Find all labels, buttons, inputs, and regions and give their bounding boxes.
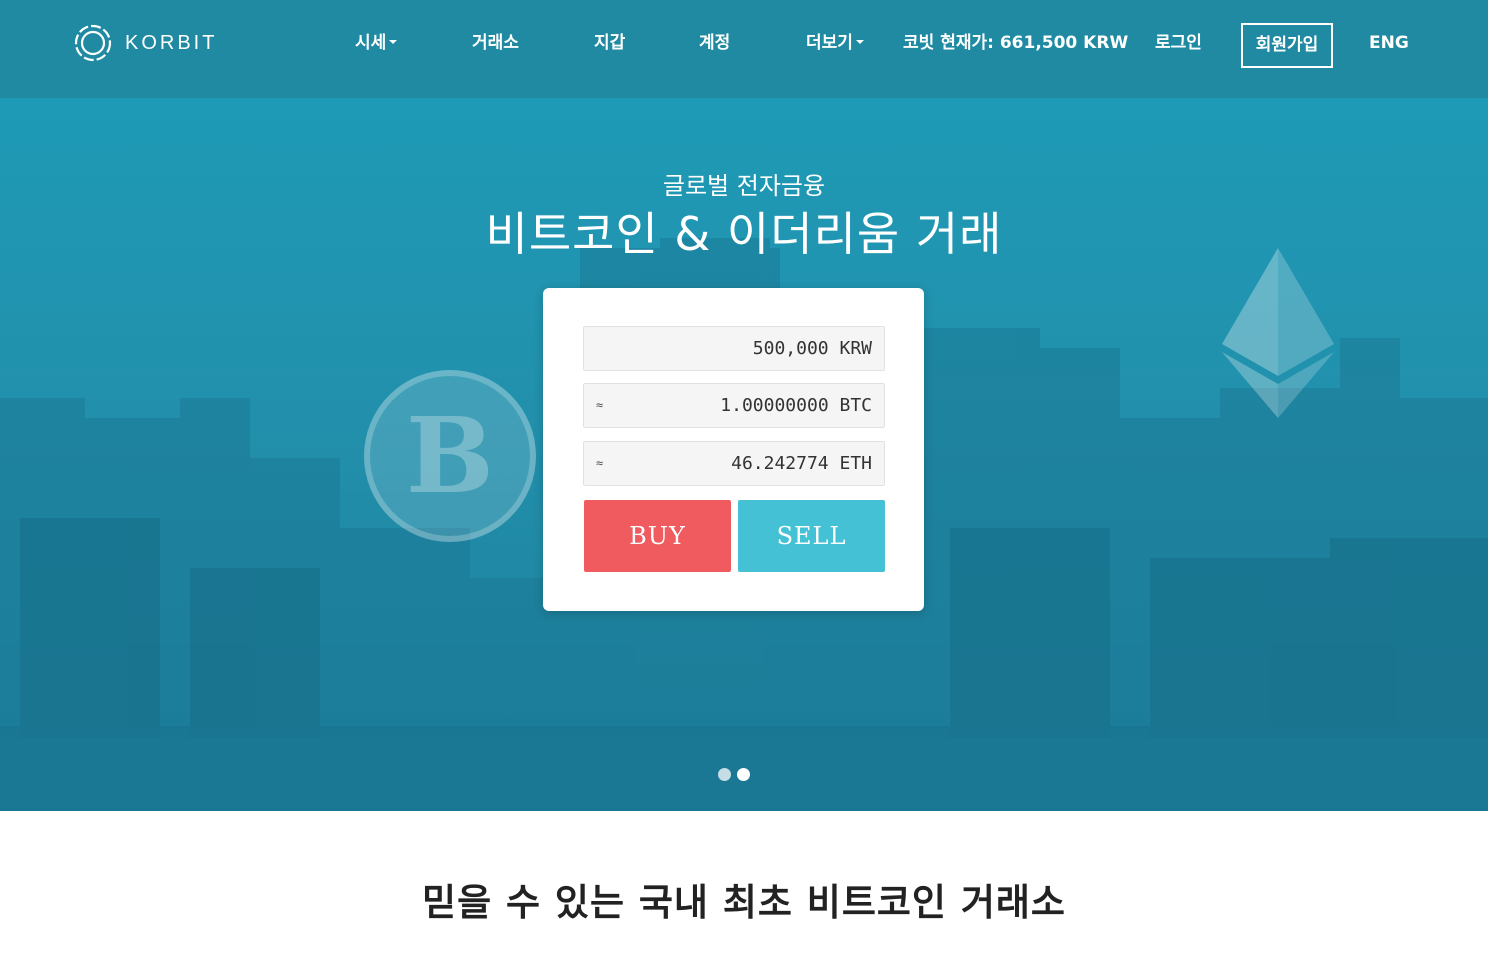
nav-item-more[interactable]: 더보기	[806, 30, 864, 56]
language-label: ENG	[1369, 33, 1409, 53]
trade-calculator-card: ≈ ≈ BUY SELL	[543, 288, 924, 611]
carousel-dot-2[interactable]	[737, 768, 750, 781]
logo-text: KORBIT	[125, 31, 218, 54]
btc-amount-field[interactable]: ≈	[583, 383, 885, 428]
login-label: 로그인	[1155, 33, 1202, 53]
carousel-pagination	[718, 768, 750, 781]
krw-amount-field[interactable]	[583, 326, 885, 371]
caret-down-icon	[855, 40, 864, 44]
btc-amount-input[interactable]	[584, 384, 884, 427]
language-toggle[interactable]: ENG	[1369, 30, 1409, 56]
ethereum-diamond-icon	[1222, 248, 1334, 418]
korbit-ring-icon	[73, 23, 113, 63]
nav-item-wallet[interactable]: 지갑	[594, 30, 625, 56]
login-link[interactable]: 로그인	[1155, 30, 1202, 56]
coin-letter: B	[406, 394, 494, 517]
korbit-logo[interactable]: KORBIT	[73, 23, 217, 63]
nav-item-market[interactable]: 시세	[355, 30, 398, 56]
krw-amount-input[interactable]	[584, 327, 884, 370]
buy-button[interactable]: BUY	[584, 500, 731, 572]
nav-item-exchange-label: 거래소	[472, 33, 519, 53]
hero-subtitle: 글로벌 전자금융	[662, 172, 826, 200]
nav-item-wallet-label: 지갑	[594, 33, 626, 53]
section-title: 믿을 수 있는 국내 최초 비트코인 거래소	[422, 881, 1066, 924]
eth-amount-input[interactable]	[584, 442, 884, 485]
nav-item-more-label: 더보기	[806, 33, 853, 53]
eth-amount-field[interactable]: ≈	[583, 441, 885, 486]
caret-down-icon	[389, 40, 398, 44]
approx-symbol: ≈	[596, 456, 604, 470]
hero-banner: 글로벌 전자금융 비트코인 & 이더리움 거래 B ≈ ≈ BUY SELL	[0, 98, 1488, 811]
approx-symbol: ≈	[596, 398, 604, 412]
signup-button[interactable]: 회원가입	[1241, 23, 1333, 68]
current-price: 코빗 현재가: 661,500 KRW	[903, 33, 1129, 53]
top-navigation-bar: KORBIT 시세 거래소 지갑 계정 더보기 코빗 현재가: 661,500 …	[0, 0, 1488, 98]
nav-item-market-label: 시세	[355, 33, 387, 53]
carousel-dot-1[interactable]	[718, 768, 731, 781]
nav-item-account-label: 계정	[699, 33, 731, 53]
bitcoin-coin-icon: B	[364, 370, 536, 542]
nav-item-account[interactable]: 계정	[699, 30, 730, 56]
nav-item-exchange[interactable]: 거래소	[472, 30, 519, 56]
sell-button[interactable]: SELL	[738, 500, 885, 572]
